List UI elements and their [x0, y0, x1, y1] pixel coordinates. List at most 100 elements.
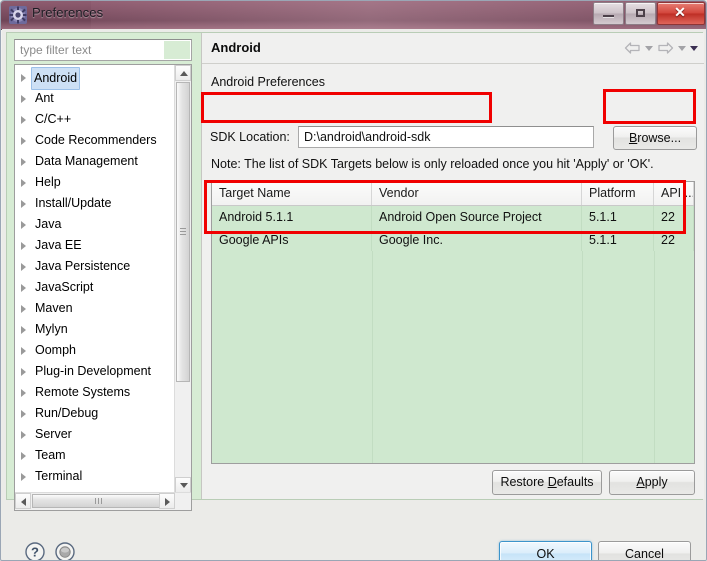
close-icon: ✕ — [674, 4, 686, 20]
expand-arrow-icon[interactable] — [21, 137, 26, 145]
page-title: Android — [211, 40, 261, 55]
expand-arrow-icon[interactable] — [21, 263, 26, 271]
expand-arrow-icon[interactable] — [21, 368, 26, 376]
close-button[interactable]: ✕ — [657, 2, 705, 25]
sidebar-item-label: Run/Debug — [35, 406, 99, 420]
tree-vertical-scrollbar[interactable] — [174, 65, 191, 510]
minimize-button[interactable] — [593, 2, 624, 25]
scroll-down-button[interactable] — [175, 477, 191, 493]
expand-arrow-icon[interactable] — [21, 221, 26, 229]
expand-arrow-icon[interactable] — [21, 431, 26, 439]
detail-header: Android — [202, 33, 704, 64]
window-title: Preferences — [32, 5, 104, 20]
ok-button[interactable]: OK — [499, 541, 592, 560]
window-controls: ✕ — [593, 2, 705, 25]
column-header-vendor[interactable]: Vendor — [372, 182, 582, 205]
expand-arrow-icon[interactable] — [21, 158, 26, 166]
expand-arrow-icon[interactable] — [21, 326, 26, 334]
expand-arrow-icon[interactable] — [21, 179, 26, 187]
column-header-target-name[interactable]: Target Name — [212, 182, 372, 205]
sidebar-item-label: Data Management — [35, 154, 138, 168]
table-row[interactable]: Android 5.1.1 Android Open Source Project… — [212, 206, 694, 229]
expand-arrow-icon[interactable] — [21, 305, 26, 313]
sidebar-item-code-recommenders[interactable]: Code Recommenders — [15, 130, 175, 151]
preferences-tree[interactable]: Android Ant C/C++ Code Recommenders Data Man… — [14, 64, 192, 511]
table-cell: 22 — [654, 229, 694, 252]
tree-item-list[interactable]: Android Ant C/C++ Code Recommenders Data Man… — [15, 67, 175, 485]
column-header-api[interactable]: API ... — [654, 182, 694, 205]
expand-arrow-icon[interactable] — [21, 95, 26, 103]
forward-arrow-icon[interactable] — [657, 41, 674, 55]
table-cell: Android 5.1.1 — [212, 206, 372, 229]
back-history-chevron-down-icon[interactable] — [645, 45, 653, 51]
vertical-scroll-thumb[interactable] — [176, 82, 190, 382]
sidebar-item-data-management[interactable]: Data Management — [15, 151, 175, 172]
column-header-platform[interactable]: Platform — [582, 182, 654, 205]
sidebar-item-mylyn[interactable]: Mylyn — [15, 319, 175, 340]
sidebar-item-oomph[interactable]: Oomph — [15, 340, 175, 361]
sidebar-item-terminal[interactable]: Terminal — [15, 466, 175, 485]
sidebar-item-label: Team — [35, 448, 66, 462]
restore-defaults-button[interactable]: Restore Defaults — [492, 470, 602, 495]
view-menu-icon[interactable] — [690, 45, 698, 51]
content-pane: type filter text Android Ant C/C++ Code Rec… — [6, 32, 704, 511]
back-arrow-icon[interactable] — [624, 41, 641, 55]
sidebar-item-label: Maven — [35, 301, 73, 315]
browse-button[interactable]: Browse... — [613, 126, 697, 150]
expand-arrow-icon[interactable] — [21, 116, 26, 124]
info-icon[interactable] — [54, 541, 76, 561]
apply-button[interactable]: Apply — [609, 470, 695, 495]
sidebar-item-server[interactable]: Server — [15, 424, 175, 445]
sidebar-item-label: Terminal — [35, 469, 83, 483]
filter-clear-zone[interactable] — [164, 41, 190, 59]
expand-arrow-icon[interactable] — [21, 284, 26, 292]
expand-arrow-icon[interactable] — [21, 74, 26, 82]
sidebar-item-label: Mylyn — [35, 322, 68, 336]
table-row[interactable]: Google APIs Google Inc. 5.1.1 22 — [212, 229, 694, 252]
sdk-location-label: SDK Location: — [210, 130, 290, 144]
window-frame: Preferences ✕ type filter text Android A… — [0, 0, 707, 561]
filter-input-wrapper[interactable]: type filter text — [14, 39, 192, 61]
sidebar-item-c-c[interactable]: C/C++ — [15, 109, 175, 130]
expand-arrow-icon[interactable] — [21, 389, 26, 397]
expand-arrow-icon[interactable] — [21, 410, 26, 418]
sidebar-item-ant[interactable]: Ant — [15, 88, 175, 109]
sidebar-item-install-update[interactable]: Install/Update — [15, 193, 175, 214]
sidebar-item-label: Ant — [35, 91, 54, 105]
sidebar-item-run-debug[interactable]: Run/Debug — [15, 403, 175, 424]
forward-history-chevron-down-icon[interactable] — [678, 45, 686, 51]
sidebar-item-java-persistence[interactable]: Java Persistence — [15, 256, 175, 277]
search-input[interactable]: type filter text — [20, 43, 91, 57]
scroll-up-button[interactable] — [175, 65, 191, 81]
browse-label-rest: rowse... — [637, 131, 682, 145]
expand-arrow-icon[interactable] — [21, 473, 26, 481]
sidebar-item-android[interactable]: Android — [15, 67, 175, 90]
sidebar-item-label: Remote Systems — [35, 385, 131, 399]
sidebar-item-java-ee[interactable]: Java EE — [15, 235, 175, 256]
restore-mnemonic: D — [547, 475, 557, 489]
expand-arrow-icon[interactable] — [21, 200, 26, 208]
sidebar-item-label: JavaScript — [35, 280, 94, 294]
sdk-targets-table[interactable]: Target Name Vendor Platform API ... Android… — [211, 181, 695, 464]
sdk-location-value: D:\android\android-sdk — [304, 130, 431, 144]
cancel-button[interactable]: Cancel — [598, 541, 691, 560]
sidebar-item-javascript[interactable]: JavaScript — [15, 277, 175, 298]
sdk-location-input[interactable]: D:\android\android-sdk — [298, 126, 594, 148]
title-bar[interactable]: Preferences ✕ — [1, 1, 706, 30]
sidebar-item-label: Java EE — [35, 238, 82, 252]
sidebar-item-remote-systems[interactable]: Remote Systems — [15, 382, 175, 403]
help-icon[interactable]: ? — [24, 541, 46, 561]
table-body[interactable]: Android 5.1.1 Android Open Source Project… — [212, 206, 694, 252]
sdk-location-row: SDK Location: D:\android\android-sdk Bro… — [202, 125, 704, 153]
sidebar-item-help[interactable]: Help — [15, 172, 175, 193]
sidebar-item-java[interactable]: Java — [15, 214, 175, 235]
maximize-button[interactable] — [625, 2, 656, 25]
sidebar-item-label: Plug-in Development — [35, 364, 152, 378]
dialog-body: type filter text Android Ant C/C++ Code Rec… — [2, 29, 706, 561]
expand-arrow-icon[interactable] — [21, 452, 26, 460]
sidebar-item-maven[interactable]: Maven — [15, 298, 175, 319]
sidebar-item-plug-in-development[interactable]: Plug-in Development — [15, 361, 175, 382]
expand-arrow-icon[interactable] — [21, 347, 26, 355]
expand-arrow-icon[interactable] — [21, 242, 26, 250]
sidebar-item-team[interactable]: Team — [15, 445, 175, 466]
